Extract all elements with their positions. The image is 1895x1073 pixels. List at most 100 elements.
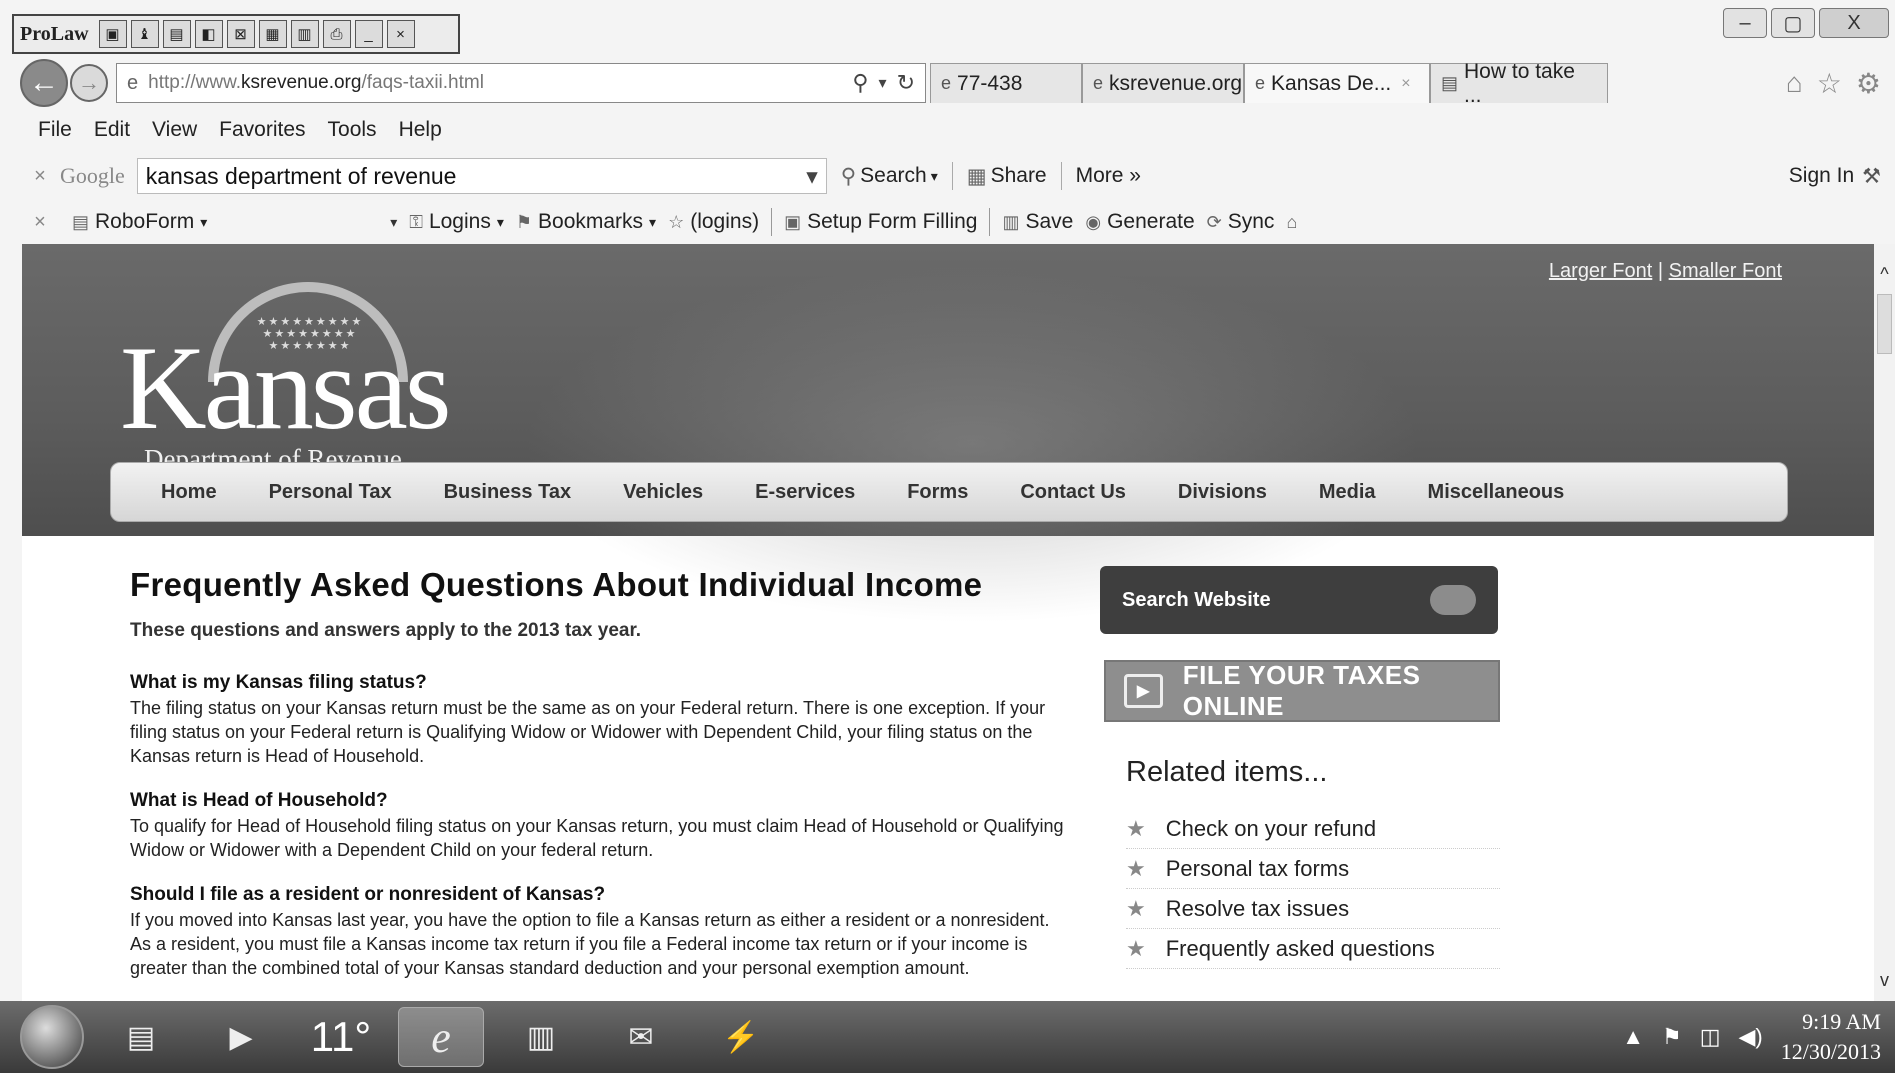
nav-divisions[interactable]: Divisions [1152,481,1293,504]
close-toolbar-icon[interactable]: × [20,165,60,188]
nav-media[interactable]: Media [1293,481,1402,504]
google-search-button[interactable]: ⚲ Search ▾ [841,164,938,189]
app-icon[interactable]: ⚡ [698,1007,784,1067]
kansas-dor-logo[interactable]: ★★★★★★★★★ ★★★★★★★★ ★★★★★★★ Kansas Departme… [120,282,480,474]
signin-area: Sign In ⚒ [1789,164,1895,189]
zebra-app-icon[interactable]: ▥ [498,1007,584,1067]
nav-home[interactable]: Home [141,481,243,504]
generate-button[interactable]: ◉ Generate [1085,210,1194,234]
menu-help[interactable]: Help [399,118,442,142]
prolaw-tool-icon[interactable]: ◧ [194,20,223,48]
nav-business-tax[interactable]: Business Tax [418,481,597,504]
chevron-down-icon[interactable]: ▾ [879,73,887,93]
print-icon[interactable]: ⎙ [322,20,351,48]
prolaw-tool-icon[interactable]: ♝ [130,20,159,48]
clock[interactable]: 9:19 AM 12/30/2013 [1781,1007,1881,1067]
volume-icon[interactable]: ◀) [1739,1024,1763,1050]
sync-button[interactable]: ⟳ Sync [1207,210,1275,234]
media-player-icon[interactable]: ▶ [198,1007,284,1067]
more-button[interactable]: More » [1076,164,1141,188]
nav-miscellaneous[interactable]: Miscellaneous [1402,481,1591,504]
prolaw-tool-icon[interactable]: ▥ [290,20,319,48]
prolaw-tool-icon[interactable]: ▤ [162,20,191,48]
scroll-thumb[interactable] [1877,294,1892,354]
logins-link[interactable]: ☆ (logins) [668,210,759,234]
related-item-resolve-tax-issues[interactable]: ★ Resolve tax issues [1126,889,1500,929]
menu-view[interactable]: View [152,118,197,142]
gear-icon[interactable]: ⚙ [1856,67,1881,100]
wrench-icon[interactable]: ⚒ [1862,164,1881,189]
address-bar[interactable]: e http://www.ksrevenue.org/faqs-taxii.ht… [116,63,926,103]
star-icon: ★ [1126,895,1146,921]
menu-tools[interactable]: Tools [328,118,377,142]
weather-gadget[interactable]: 11° [298,1007,384,1067]
search-icon[interactable]: ⚲ [852,70,868,96]
flag-icon[interactable]: ⚑ [1662,1024,1682,1050]
home-icon[interactable]: ⌂ [1286,212,1297,233]
menu-edit[interactable]: Edit [94,118,130,142]
bookmark-icon: ⚑ [515,211,533,232]
bookmarks-menu[interactable]: ⚑ Bookmarks ▾ [516,210,656,234]
scroll-down-icon[interactable]: v [1874,970,1895,991]
close-window-button[interactable]: X [1819,8,1889,38]
nav-personal-tax[interactable]: Personal Tax [243,481,418,504]
network-icon[interactable]: ◫ [1700,1024,1721,1050]
url-text[interactable]: http://www.ksrevenue.org/faqs-taxii.html [148,72,484,94]
chevron-down-icon[interactable]: ▾ [806,163,818,190]
tab-ksrevenue[interactable]: e ksrevenue.org [1082,63,1244,103]
setup-form-filling-button[interactable]: ▣ Setup Form Filling [784,210,977,234]
close-toolbar-icon[interactable]: × [20,211,60,234]
favorites-star-icon[interactable]: ☆ [1817,67,1842,100]
windows-taskbar: ▤ ▶ 11° e ▥ ✉ ⚡ ▲ ⚑ ◫ ◀) 9:19 AM 12/30/2… [0,1001,1895,1073]
forward-button[interactable]: → [70,64,108,102]
maximize-button[interactable]: ▢ [1771,8,1815,38]
close-tab-icon[interactable]: × [1401,75,1410,93]
clock-time: 9:19 AM [1802,1009,1881,1034]
prolaw-minimize-button[interactable]: _ [354,20,383,48]
sign-in-link[interactable]: Sign In [1789,164,1854,189]
save-button[interactable]: ▥ Save [1002,210,1073,234]
nav-contact-us[interactable]: Contact Us [994,481,1152,504]
menu-file[interactable]: File [38,118,72,142]
nav-forms[interactable]: Forms [881,481,994,504]
related-item-faq[interactable]: ★ Frequently asked questions [1126,929,1500,969]
nav-vehicles[interactable]: Vehicles [597,481,729,504]
tab-how-to-take[interactable]: ▤ How to take ... [1430,60,1608,107]
vertical-scrollbar[interactable]: ^ v [1874,244,1895,1001]
show-hidden-icons[interactable]: ▲ [1622,1024,1644,1050]
prolaw-tool-icon[interactable]: ▣ [98,20,127,48]
related-item-check-refund[interactable]: ★ Check on your refund [1126,809,1500,849]
larger-font-link[interactable]: Larger Font [1549,260,1652,282]
tab-77-438[interactable]: e 77-438 [930,63,1082,103]
file-taxes-online-button[interactable]: ▶ FILE YOUR TAXES ONLINE [1104,660,1500,722]
nav-e-services[interactable]: E-services [729,481,881,504]
search-go-button[interactable] [1430,585,1476,615]
roboform-dropdown[interactable]: ▾ [207,207,397,237]
minimize-button[interactable]: – [1723,8,1767,38]
logins-menu[interactable]: ⚿ Logins ▾ [409,210,504,234]
prolaw-tool-icon[interactable]: ⊠ [226,20,255,48]
refresh-icon[interactable]: ↻ [897,70,915,96]
internet-explorer-icon[interactable]: e [398,1007,484,1067]
scroll-up-icon[interactable]: ^ [1874,264,1895,285]
browser-icons: ⌂ ☆ ⚙ [1786,67,1895,100]
related-item-personal-tax-forms[interactable]: ★ Personal tax forms [1126,849,1500,889]
menu-favorites[interactable]: Favorites [219,118,305,142]
outlook-icon[interactable]: ✉ [598,1007,684,1067]
tab-kansas-de[interactable]: e Kansas De... × [1244,63,1430,103]
site-header: Larger Font | Smaller Font ★★★★★★★★★ ★★★★… [22,244,1874,624]
prolaw-close-button[interactable]: × [386,20,415,48]
prolaw-tool-icon[interactable]: ▦ [258,20,287,48]
explorer-icon[interactable]: ▤ [98,1007,184,1067]
share-button[interactable]: ▦ Share [967,164,1047,189]
smaller-font-link[interactable]: Smaller Font [1669,260,1782,282]
faq-item: What is Head of Household? To qualify fo… [130,790,1070,862]
start-button[interactable] [20,1005,84,1069]
back-button[interactable]: ← [20,59,68,107]
site-search-input[interactable]: Search Website [1100,566,1498,634]
chevron-down-icon: ▾ [496,213,504,230]
google-search-input[interactable]: kansas department of revenue ▾ [136,158,827,194]
roboform-menu[interactable]: ▤ RoboForm ▾ [72,210,207,234]
share-icon: ▦ [966,164,987,188]
home-icon[interactable]: ⌂ [1786,67,1803,100]
